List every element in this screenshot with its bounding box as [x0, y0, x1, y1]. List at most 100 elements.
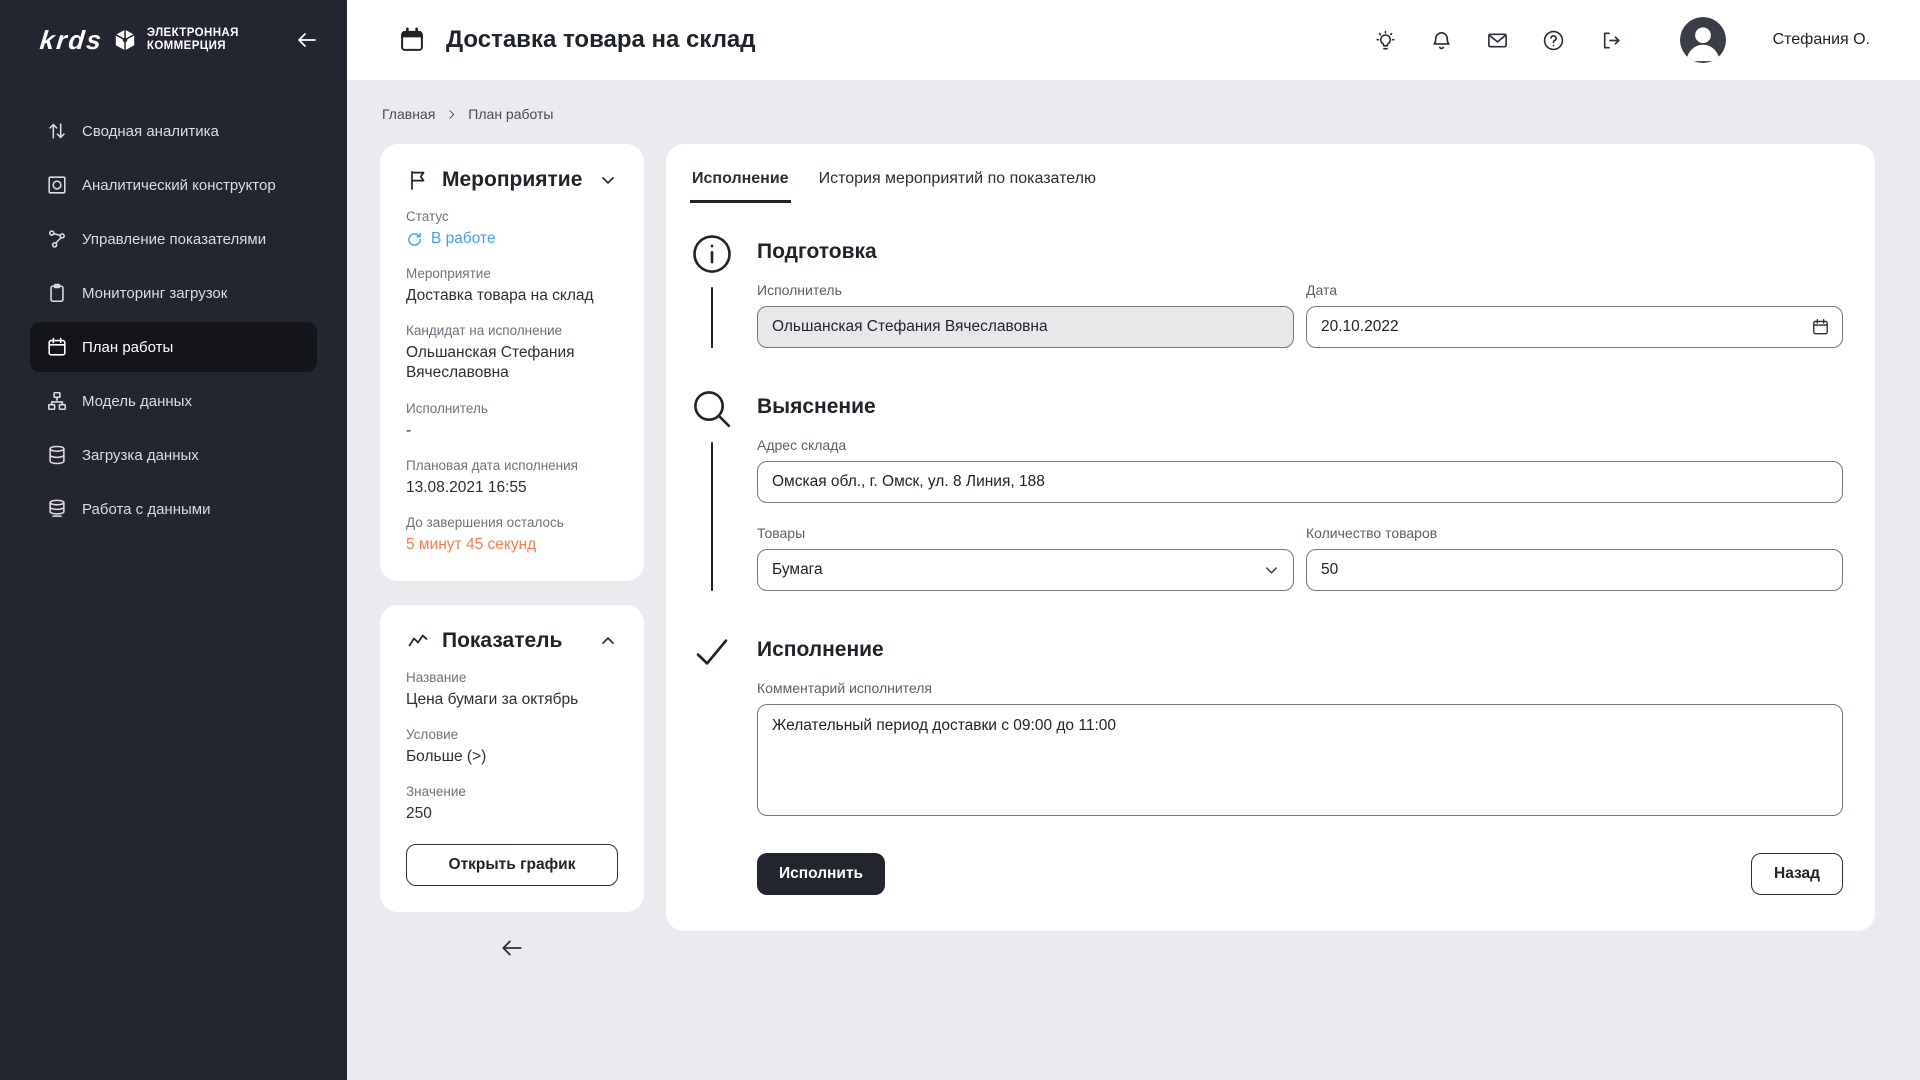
sidebar-item-label: Работа с данными: [82, 501, 210, 518]
page-title: Доставка товара на склад: [446, 26, 756, 54]
chevron-right-icon: [445, 108, 458, 121]
countdown-value: 5 минут 45 секунд: [406, 535, 618, 555]
tab-history[interactable]: История мероприятий по показателю: [817, 164, 1098, 203]
sidebar-item-label: Загрузка данных: [82, 447, 199, 464]
sidebar-item-label: Аналитический конструктор: [82, 177, 276, 194]
section-title: Подготовка: [757, 240, 1843, 264]
section-rail: [690, 233, 734, 348]
theme-button[interactable]: [1374, 29, 1397, 52]
indicator-field: Условие Больше (>): [406, 727, 618, 767]
address-input[interactable]: [757, 461, 1843, 503]
date-field: Дата: [1306, 282, 1843, 348]
goods-select[interactable]: [757, 549, 1294, 591]
event-field: Кандидат на исполнение Ольшанская Стефан…: [406, 323, 618, 383]
sidebar-item-work-plan[interactable]: План работы: [30, 322, 317, 372]
field-label: Товары: [757, 525, 1294, 541]
database-icon: [46, 444, 68, 466]
logout-icon: [1598, 29, 1621, 52]
sidebar-item-data-work[interactable]: Работа с данными: [30, 484, 317, 534]
calendar-icon: [398, 26, 426, 54]
breadcrumb: Главная План работы: [382, 106, 1875, 122]
topbar: Доставка товара на склад Стефания О.: [347, 0, 1920, 80]
indicator-card: Показатель Название Цена бумаги за октяб…: [380, 605, 644, 912]
event-card-title: Мероприятие: [442, 168, 582, 192]
check-icon: [691, 631, 733, 673]
chevron-down-icon[interactable]: [598, 170, 618, 190]
sort-arrows-icon: [46, 120, 68, 142]
sidebar-item-data-upload[interactable]: Загрузка данных: [30, 430, 317, 480]
indicator-field: Значение 250: [406, 784, 618, 824]
clipboard-icon: [46, 282, 68, 304]
sidebar-item-label: Модель данных: [82, 393, 192, 410]
comment-textarea[interactable]: Желательный период доставки с 09:00 до 1…: [757, 704, 1843, 816]
sidebar-item-summary-analytics[interactable]: Сводная аналитика: [30, 106, 317, 156]
tab-execution[interactable]: Исполнение: [690, 164, 791, 203]
sidebar-item-label: Мониторинг загрузок: [82, 285, 227, 302]
sidebar-item-data-model[interactable]: Модель данных: [30, 376, 317, 426]
flag-icon: [406, 168, 430, 192]
calendar-icon: [46, 336, 68, 358]
sidebar-item-label: Управление показателями: [82, 231, 266, 248]
bell-icon: [1430, 29, 1453, 52]
breadcrumb-home[interactable]: Главная: [382, 106, 435, 122]
cube-icon: [112, 27, 138, 53]
execution-panel: Исполнение История мероприятий по показа…: [666, 144, 1875, 931]
tabs: Исполнение История мероприятий по показа…: [690, 164, 1843, 203]
main-area: Доставка товара на склад Стефания О.: [347, 0, 1920, 1080]
mail-button[interactable]: [1486, 29, 1509, 52]
field-label: Количество товаров: [1306, 525, 1843, 541]
content: Главная План работы Мероприятие Статус: [347, 80, 1920, 1080]
open-chart-button[interactable]: Открыть график: [406, 844, 618, 886]
help-icon: [1542, 29, 1565, 52]
field-label: Комментарий исполнителя: [757, 680, 1843, 696]
sidebar-nav: Сводная аналитика Аналитический конструк…: [0, 106, 347, 534]
lightbulb-icon: [1374, 29, 1397, 52]
sidebar-item-label: Сводная аналитика: [82, 123, 219, 140]
field-label: Исполнитель: [757, 282, 1294, 298]
section-title: Выяснение: [757, 395, 1843, 419]
address-field: Адрес склада: [757, 437, 1843, 503]
indicator-card-header[interactable]: Показатель: [406, 629, 618, 653]
submit-button[interactable]: Исполнить: [757, 853, 885, 895]
quantity-field: Количество товаров: [1306, 525, 1843, 591]
chevron-up-icon[interactable]: [598, 631, 618, 651]
left-column: Мероприятие Статус В работе Меропр: [380, 144, 644, 962]
section-clarification: Выяснение Адрес склада Товары: [690, 388, 1843, 591]
field-label: Статус: [406, 209, 618, 224]
date-input[interactable]: [1306, 306, 1843, 348]
sidebar-item-analytic-constructor[interactable]: Аналитический конструктор: [30, 160, 317, 210]
field-label: Дата: [1306, 282, 1843, 298]
executor-field: Исполнитель: [757, 282, 1294, 348]
arrow-left-icon: [295, 28, 319, 52]
user-name: Стефания О.: [1773, 31, 1870, 49]
status-badge: В работе: [406, 229, 618, 249]
event-field: Исполнитель -: [406, 401, 618, 441]
section-rail: [690, 631, 734, 821]
sidebar-item-label: План работы: [82, 339, 173, 356]
quantity-input[interactable]: [1306, 549, 1843, 591]
back-arrow-button[interactable]: [493, 934, 531, 962]
sidebar-item-indicator-management[interactable]: Управление показателями: [30, 214, 317, 264]
topbar-actions: Стефания О.: [1374, 17, 1870, 63]
help-button[interactable]: [1542, 29, 1565, 52]
chart-line-icon: [406, 629, 430, 653]
sidebar-header: krds ЭЛЕКТРОННАЯКОММЕРЦИЯ: [0, 0, 347, 80]
indicator-field: Название Цена бумаги за октябрь: [406, 670, 618, 710]
sidebar-item-upload-monitoring[interactable]: Мониторинг загрузок: [30, 268, 317, 318]
share-nodes-icon: [46, 228, 68, 250]
back-button[interactable]: Назад: [1751, 853, 1843, 895]
logo-text: ЭЛЕКТРОННАЯКОММЕРЦИЯ: [147, 27, 239, 53]
section-preparation: Подготовка Исполнитель Дата: [690, 233, 1843, 348]
field-label: Адрес склада: [757, 437, 1843, 453]
comment-field: Комментарий исполнителя Желательный пери…: [757, 680, 1843, 821]
event-card-header[interactable]: Мероприятие: [406, 168, 618, 192]
notifications-button[interactable]: [1430, 29, 1453, 52]
event-field: Мероприятие Доставка товара на склад: [406, 266, 618, 306]
executor-input: [757, 306, 1294, 348]
collapse-sidebar-button[interactable]: [291, 24, 323, 56]
logout-button[interactable]: [1598, 29, 1621, 52]
info-circle-icon: [691, 233, 733, 275]
avatar[interactable]: [1680, 17, 1726, 63]
event-field: Плановая дата исполнения 13.08.2021 16:5…: [406, 458, 618, 498]
org-chart-icon: [46, 390, 68, 412]
